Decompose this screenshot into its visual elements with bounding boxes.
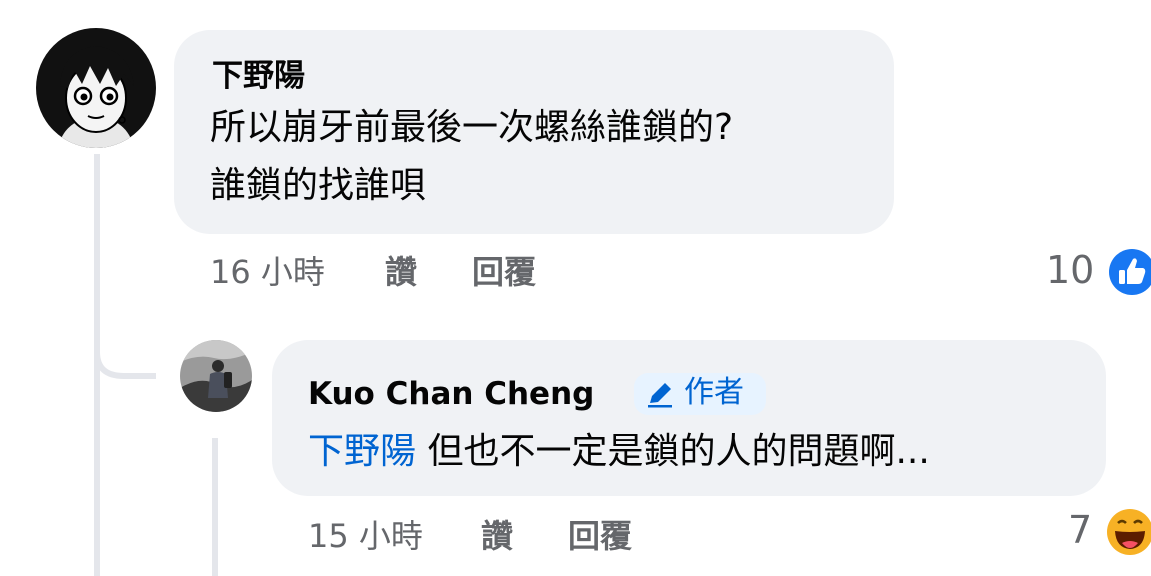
reply-text-body: 但也不一定是鎖的人的問題啊... (427, 431, 930, 472)
reply-bubble: Kuo Chan Cheng 作者 下野陽 但也不一定是鎖的人的問題啊... (272, 340, 1106, 496)
pencil-icon (644, 379, 676, 420)
reply-timestamp[interactable]: 15 小時 (308, 516, 423, 556)
reply-reaction-count[interactable]: 7 (1068, 508, 1092, 552)
mention-link[interactable]: 下野陽 (308, 431, 416, 472)
reply-like-button[interactable]: 讚 (481, 516, 513, 556)
author-badge-label: 作者 (684, 375, 744, 410)
reply-thread-line (212, 438, 218, 576)
thread-branch (94, 330, 156, 379)
reply-text: 下野陽 但也不一定是鎖的人的問題啊... (308, 426, 930, 478)
comment-bubble: 下野陽 所以崩牙前最後一次螺絲誰鎖的? 誰鎖的找誰唄 (174, 30, 894, 234)
comment-text-line-2: 誰鎖的找誰唄 (210, 165, 427, 206)
reply-reply-button[interactable]: 回覆 (568, 516, 632, 556)
commenter-avatar[interactable] (36, 28, 156, 148)
comment-reaction-count[interactable]: 10 (1046, 248, 1094, 292)
comment-text-line-1: 所以崩牙前最後一次螺絲誰鎖的? (210, 107, 734, 148)
author-badge: 作者 (634, 373, 766, 415)
comment-reply-button[interactable]: 回覆 (472, 252, 536, 292)
comment-author-name[interactable]: 下野陽 (212, 56, 305, 96)
comment-timestamp[interactable]: 16 小時 (210, 252, 325, 292)
haha-icon[interactable] (1104, 506, 1151, 558)
reply-author-avatar[interactable] (180, 340, 252, 412)
like-icon[interactable] (1106, 246, 1151, 298)
comment-like-button[interactable]: 讚 (385, 252, 417, 292)
reply-author-name[interactable]: Kuo Chan Cheng (308, 374, 594, 414)
